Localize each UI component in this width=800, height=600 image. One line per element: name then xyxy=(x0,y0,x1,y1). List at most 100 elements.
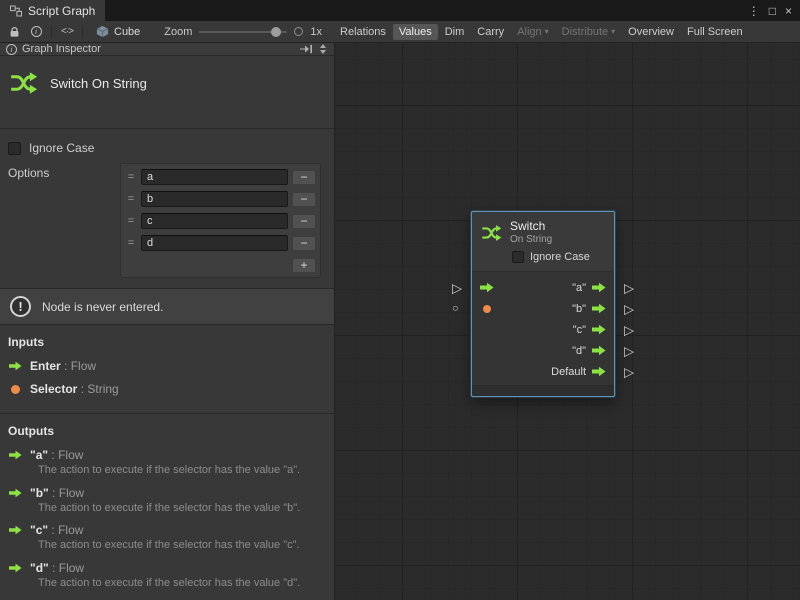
port-label: "d" xyxy=(572,345,586,357)
window-menu-icon[interactable]: ⋮ xyxy=(748,4,760,18)
option-field[interactable]: b xyxy=(141,191,288,207)
switch-unit-icon xyxy=(8,68,38,98)
lock-icon[interactable] xyxy=(4,23,24,41)
cube-icon xyxy=(96,25,109,38)
window-titlebar: Script Graph ⋮ □ × xyxy=(0,0,800,21)
drag-handle-icon[interactable]: = xyxy=(125,215,137,227)
values-button[interactable]: Values xyxy=(393,24,438,40)
port-row: Default ▷ xyxy=(472,361,614,382)
remove-option-button[interactable]: − xyxy=(292,214,316,229)
node-ignore-case-checkbox[interactable] xyxy=(512,251,524,263)
relations-button[interactable]: Relations xyxy=(334,24,392,40)
pin-description: The action to execute if the selector ha… xyxy=(38,464,326,477)
flow-port-icon[interactable] xyxy=(592,324,606,335)
graph-toolbar: i <·> Cube Zoom 1x Relations Values Dim … xyxy=(0,21,800,43)
warning-banner: ! Node is never entered. xyxy=(0,288,334,325)
output-pin-b: "b" : Flow xyxy=(8,486,326,500)
output-connector-icon[interactable]: ▷ xyxy=(624,365,634,378)
output-connector-icon[interactable]: ▷ xyxy=(624,344,634,357)
node-title: Switch xyxy=(510,220,552,234)
list-item: = c − xyxy=(123,210,318,232)
flow-port-icon[interactable] xyxy=(592,345,606,356)
flow-port-icon xyxy=(8,525,22,535)
distribute-button[interactable]: Distribute ▾ xyxy=(556,24,621,40)
outputs-header: Outputs xyxy=(8,424,326,438)
warning-text: Node is never entered. xyxy=(42,300,163,314)
ignore-case-row: Ignore Case xyxy=(0,137,334,163)
node-header[interactable]: Switch On String xyxy=(472,212,614,248)
node-subtitle: On String xyxy=(510,234,552,246)
switch-on-string-node[interactable]: Switch On String Ignore Case ▷ "a" xyxy=(471,211,615,397)
graph-canvas[interactable]: Switch On String Ignore Case ▷ "a" xyxy=(335,43,800,600)
toolbar-separator xyxy=(82,25,83,39)
port-label: "c" xyxy=(573,324,586,336)
inputs-section: Inputs Enter : Flow Selector : String xyxy=(0,325,334,414)
zoom-reset-icon[interactable] xyxy=(294,27,303,36)
drag-handle-icon[interactable]: = xyxy=(125,171,137,183)
output-connector-icon[interactable]: ▷ xyxy=(624,281,634,294)
zoom-slider[interactable] xyxy=(199,31,287,33)
code-icon[interactable]: <·> xyxy=(57,23,77,41)
graph-target-chip[interactable]: Cube xyxy=(88,25,148,38)
window-maximize-icon[interactable]: □ xyxy=(769,4,776,18)
output-pin-a: "a" : Flow xyxy=(8,448,326,462)
flow-port-icon xyxy=(8,361,22,371)
option-field[interactable]: a xyxy=(141,169,288,185)
outputs-section: Outputs "a" : Flow The action to execute… xyxy=(0,414,334,600)
remove-option-button[interactable]: − xyxy=(292,170,316,185)
graph-inspector-panel: i Graph Inspector Switch On String xyxy=(0,43,335,600)
script-graph-icon xyxy=(10,5,22,17)
tab-script-graph[interactable]: Script Graph xyxy=(0,0,105,21)
flow-port-icon xyxy=(8,488,22,498)
selector-connector-icon[interactable]: ○ xyxy=(452,303,459,314)
enter-connector-icon[interactable]: ▷ xyxy=(452,281,462,294)
inspector-title: Graph Inspector xyxy=(22,43,101,55)
pin-description: The action to execute if the selector ha… xyxy=(38,502,326,515)
option-field[interactable]: c xyxy=(141,213,288,229)
align-button[interactable]: Align ▾ xyxy=(511,24,554,40)
value-port-icon[interactable] xyxy=(480,305,494,313)
list-item: = a − xyxy=(123,166,318,188)
options-row: Options = a − = b − = c − xyxy=(0,163,334,278)
remove-option-button[interactable]: − xyxy=(292,192,316,207)
tab-title: Script Graph xyxy=(28,4,95,18)
panel-spinner[interactable] xyxy=(318,44,328,54)
port-label: "a" xyxy=(572,282,586,294)
fullscreen-button[interactable]: Full Screen xyxy=(681,24,749,40)
drag-handle-icon[interactable]: = xyxy=(125,237,137,249)
window-close-icon[interactable]: × xyxy=(785,4,792,18)
add-option-button[interactable]: + xyxy=(292,258,316,273)
node-ports: ▷ "a" ▷ ○ "b" xyxy=(472,271,614,385)
remove-option-button[interactable]: − xyxy=(292,236,316,251)
drag-handle-icon[interactable]: = xyxy=(125,193,137,205)
flow-port-icon[interactable] xyxy=(592,282,606,293)
options-list: = a − = b − = c − = xyxy=(120,163,321,278)
output-connector-icon[interactable]: ▷ xyxy=(624,302,634,315)
ignore-case-checkbox[interactable] xyxy=(8,142,21,155)
toolbar-separator xyxy=(51,25,52,39)
port-row: "c" ▷ xyxy=(472,319,614,340)
port-label: Default xyxy=(551,366,586,378)
info-icon[interactable]: i xyxy=(26,23,46,41)
pin-description: The action to execute if the selector ha… xyxy=(38,539,326,552)
flow-port-icon xyxy=(8,563,22,573)
output-connector-icon[interactable]: ▷ xyxy=(624,323,634,336)
overview-button[interactable]: Overview xyxy=(622,24,680,40)
spinner-up-icon xyxy=(320,44,326,48)
input-pin-selector: Selector : String xyxy=(8,382,326,396)
flow-port-icon[interactable] xyxy=(592,366,606,377)
port-row: ▷ "a" ▷ xyxy=(472,277,614,298)
flow-port-icon[interactable] xyxy=(592,303,606,314)
zoom-slider-knob[interactable] xyxy=(271,27,281,37)
unit-title: Switch On String xyxy=(50,76,147,91)
list-item: = b − xyxy=(123,188,318,210)
carry-button[interactable]: Carry xyxy=(471,24,510,40)
zoom-label: Zoom xyxy=(164,26,192,38)
port-row: ○ "b" ▷ xyxy=(472,298,614,319)
dock-panel-icon[interactable] xyxy=(300,44,313,54)
option-field[interactable]: d xyxy=(141,235,288,251)
dim-button[interactable]: Dim xyxy=(439,24,471,40)
chevron-down-icon: ▾ xyxy=(545,27,549,36)
node-ignore-case-row: Ignore Case xyxy=(472,248,614,271)
flow-port-icon[interactable] xyxy=(480,282,494,293)
